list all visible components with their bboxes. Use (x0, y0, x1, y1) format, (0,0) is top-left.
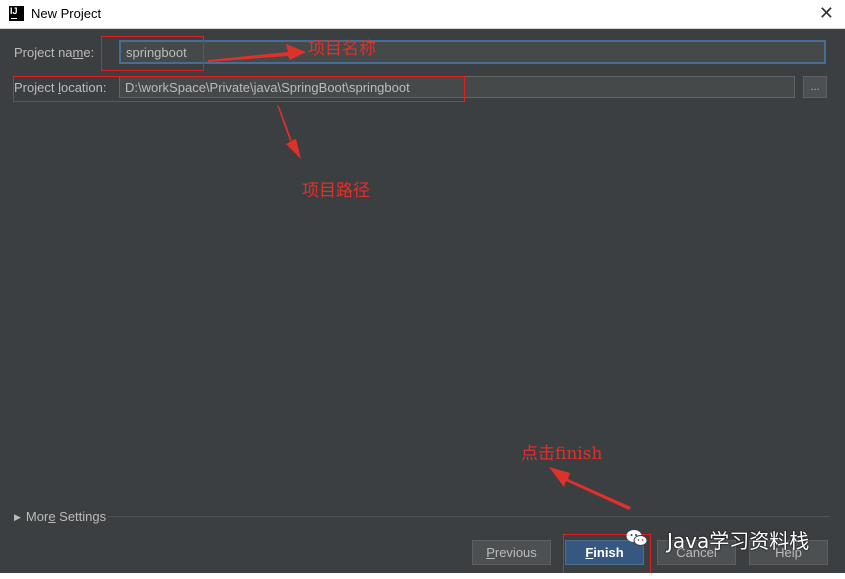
more-settings-toggle[interactable]: ▶ More Settings (14, 509, 106, 524)
close-icon[interactable]: ✕ (819, 4, 834, 22)
expand-triangle-icon: ▶ (14, 512, 21, 522)
previous-button[interactable]: Previous (472, 540, 551, 565)
arrow-to-location (277, 105, 301, 159)
separator (108, 516, 830, 517)
highlight-box-name (101, 36, 204, 71)
browse-button[interactable]: ... (803, 76, 827, 98)
intellij-idea-icon: IJ (9, 6, 24, 21)
annotation-arrows (208, 44, 631, 510)
new-project-dialog: Project name: springboot Project locatio… (0, 29, 845, 579)
annotation-project-name: 项目名称 (308, 39, 376, 59)
window-title: New Project (31, 6, 102, 21)
taskbar-strip (0, 573, 845, 579)
annotation-project-location: 项目路径 (302, 181, 370, 201)
title-bar: IJ New Project ✕ (0, 0, 845, 29)
watermark-text: Java学习资料栈 (667, 529, 810, 553)
annotation-click-finish: 点击finish (521, 444, 603, 464)
arrow-to-finish (549, 467, 631, 510)
wechat-icon (626, 530, 648, 546)
highlight-box-location (13, 76, 465, 102)
project-name-label: Project name: (14, 45, 95, 60)
project-name-input[interactable]: springboot (119, 40, 826, 64)
